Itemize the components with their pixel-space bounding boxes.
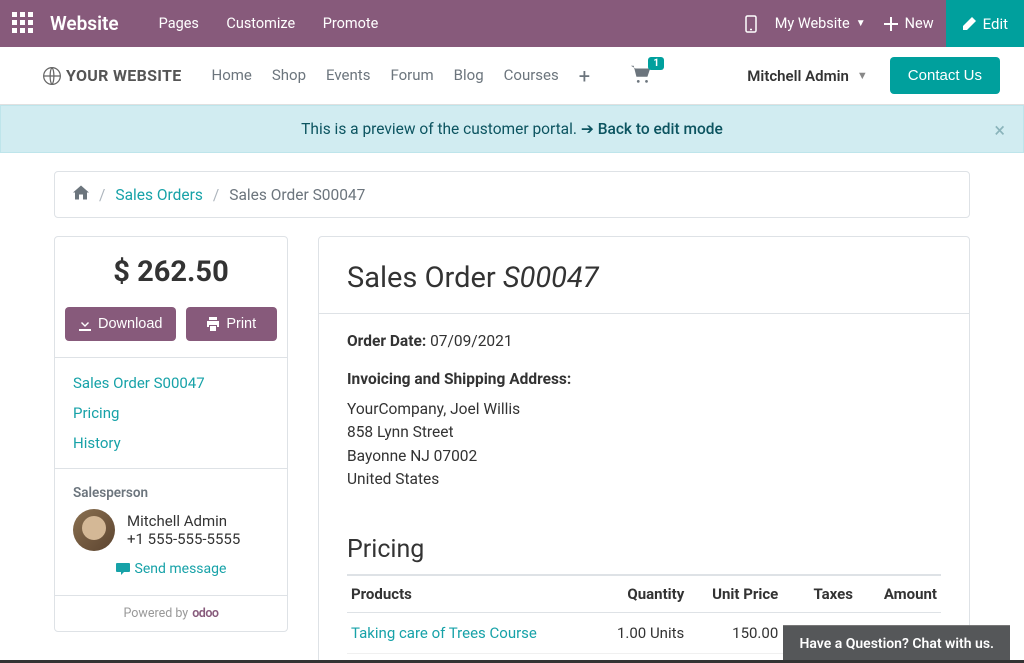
cell-qty: 1.00 Units bbox=[593, 613, 688, 654]
anchor-pricing[interactable]: Pricing bbox=[73, 404, 269, 422]
addr-line: United States bbox=[347, 468, 941, 491]
order-date: Order Date: 07/09/2021 bbox=[347, 332, 941, 350]
avatar bbox=[73, 509, 115, 551]
site-logo[interactable]: YOUR WEBSITE bbox=[42, 66, 182, 86]
address: YourCompany, Joel Willis 858 Lynn Street… bbox=[347, 398, 941, 491]
addr-line: Bayonne NJ 07002 bbox=[347, 445, 941, 468]
cart-count-badge: 1 bbox=[648, 57, 664, 70]
col-taxes: Taxes bbox=[782, 575, 857, 613]
title-ref: S00047 bbox=[503, 261, 599, 295]
col-unit-price: Unit Price bbox=[688, 575, 782, 613]
powered-by: Powered by odoo bbox=[55, 596, 287, 631]
nav-promote[interactable]: Promote bbox=[323, 15, 379, 32]
salesperson-name: Mitchell Admin bbox=[127, 512, 240, 530]
page-scroll[interactable]: This is a preview of the customer portal… bbox=[0, 105, 1024, 663]
download-button[interactable]: Download bbox=[65, 307, 176, 341]
arrow-right-icon: ➔ bbox=[581, 120, 594, 138]
odoo-logo: odoo bbox=[192, 606, 218, 621]
back-to-edit-link[interactable]: ➔ Back to edit mode bbox=[581, 120, 723, 138]
page-title: Sales Order S00047 bbox=[347, 261, 941, 295]
alert-close-button[interactable]: × bbox=[994, 118, 1005, 142]
col-amount: Amount bbox=[857, 575, 941, 613]
mobile-preview-icon[interactable] bbox=[745, 15, 757, 33]
home-icon[interactable] bbox=[73, 185, 89, 204]
preview-alert: This is a preview of the customer portal… bbox=[0, 105, 1024, 153]
order-date-label: Order Date: bbox=[347, 332, 430, 350]
nav-courses[interactable]: Courses bbox=[504, 66, 559, 86]
website-selector[interactable]: My Website ▼ bbox=[775, 15, 866, 32]
send-message-link[interactable]: Send message bbox=[116, 561, 227, 577]
user-menu[interactable]: Mitchell Admin ▼ bbox=[747, 67, 868, 85]
sidebar: $ 262.50 Download Print Sales Order S000… bbox=[54, 236, 288, 632]
breadcrumb-sep: / bbox=[213, 186, 219, 204]
top-nav: Pages Customize Promote bbox=[159, 15, 403, 32]
chevron-down-icon: ▼ bbox=[856, 18, 866, 29]
nav-blog[interactable]: Blog bbox=[454, 66, 484, 86]
new-label: New bbox=[905, 15, 934, 32]
salesperson-phone: +1 555-555-5555 bbox=[127, 530, 240, 548]
user-name: Mitchell Admin bbox=[747, 67, 849, 85]
title-prefix: Sales Order bbox=[347, 261, 503, 295]
print-label: Print bbox=[226, 316, 256, 332]
col-quantity: Quantity bbox=[593, 575, 688, 613]
app-brand[interactable]: Website bbox=[50, 12, 119, 35]
cell-price: 150.00 bbox=[688, 613, 782, 654]
livechat-widget[interactable]: Have a Question? Chat with us. bbox=[783, 625, 1010, 662]
site-logo-text: YOUR WEBSITE bbox=[66, 66, 182, 85]
addr-line: YourCompany, Joel Willis bbox=[347, 398, 941, 421]
col-products: Products bbox=[347, 575, 593, 613]
nav-pages[interactable]: Pages bbox=[159, 15, 199, 32]
nav-home[interactable]: Home bbox=[212, 66, 252, 86]
salesperson-label: Salesperson bbox=[73, 485, 269, 501]
main-panel: Sales Order S00047 Order Date: 07/09/202… bbox=[318, 236, 970, 663]
anchor-history[interactable]: History bbox=[73, 434, 269, 452]
order-total: $ 262.50 bbox=[55, 237, 287, 307]
breadcrumb: / Sales Orders / Sales Order S00047 bbox=[54, 171, 970, 218]
site-nav: Home Shop Events Forum Blog Courses + bbox=[212, 66, 611, 86]
salesperson-section: Salesperson Mitchell Admin +1 555-555-55… bbox=[55, 469, 287, 596]
nav-shop[interactable]: Shop bbox=[272, 66, 306, 86]
edit-button[interactable]: Edit bbox=[946, 0, 1024, 47]
contact-us-button[interactable]: Contact Us bbox=[890, 57, 1000, 94]
send-message-label: Send message bbox=[135, 561, 227, 577]
new-button[interactable]: New bbox=[884, 15, 934, 32]
pricing-heading: Pricing bbox=[347, 535, 941, 564]
breadcrumb-current: Sales Order S00047 bbox=[229, 186, 365, 204]
top-bar: Website Pages Customize Promote My Websi… bbox=[0, 0, 1024, 47]
product-link[interactable]: Taking care of Trees Course bbox=[351, 624, 537, 642]
anchor-order[interactable]: Sales Order S00047 bbox=[73, 374, 269, 392]
site-navbar: YOUR WEBSITE Home Shop Events Forum Blog… bbox=[0, 47, 1024, 105]
alert-text: This is a preview of the customer portal… bbox=[301, 120, 581, 138]
side-links: Sales Order S00047 Pricing History bbox=[55, 357, 287, 469]
breadcrumb-sep: / bbox=[99, 186, 105, 204]
content-row: $ 262.50 Download Print Sales Order S000… bbox=[54, 236, 970, 663]
addr-line: 858 Lynn Street bbox=[347, 421, 941, 444]
alert-link-text: Back to edit mode bbox=[598, 120, 723, 138]
edit-label: Edit bbox=[983, 15, 1008, 33]
download-label: Download bbox=[98, 316, 163, 332]
print-button[interactable]: Print bbox=[186, 307, 278, 341]
nav-events[interactable]: Events bbox=[326, 66, 370, 86]
cart-button[interactable]: 1 bbox=[630, 64, 652, 88]
add-menu-icon[interactable]: + bbox=[579, 66, 590, 86]
order-date-value: 07/09/2021 bbox=[430, 332, 512, 350]
nav-forum[interactable]: Forum bbox=[390, 66, 433, 86]
address-title: Invoicing and Shipping Address: bbox=[347, 370, 941, 388]
apps-icon[interactable] bbox=[12, 12, 36, 36]
breadcrumb-sales-orders[interactable]: Sales Orders bbox=[115, 186, 202, 204]
website-selector-label: My Website bbox=[775, 15, 850, 32]
chevron-down-icon: ▼ bbox=[857, 69, 868, 82]
nav-customize[interactable]: Customize bbox=[226, 15, 295, 32]
